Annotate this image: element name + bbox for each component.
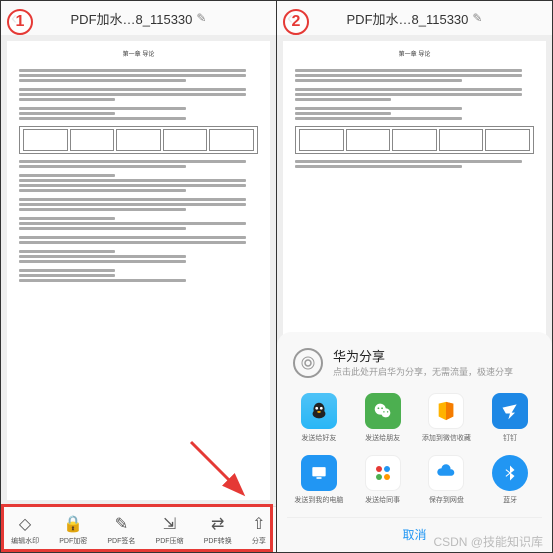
share-label: 钉钉 bbox=[503, 433, 517, 443]
huawei-share-title: 华为分享 bbox=[333, 346, 513, 365]
csdn-watermark: CSDN @技能知识库 bbox=[433, 533, 543, 550]
share-cloud-icon bbox=[428, 455, 464, 491]
title-text: PDF加水…8_115330 bbox=[71, 9, 193, 28]
share-colleague[interactable]: 发送给同事 bbox=[355, 455, 411, 505]
document-viewport[interactable]: 第一章 导论 bbox=[1, 35, 276, 506]
encrypt-tool-icon: 🔒 bbox=[63, 514, 83, 534]
document-page: 第一章 导论 bbox=[7, 41, 270, 500]
sign-tool-icon: ✎ bbox=[115, 514, 128, 534]
doc-heading: 第一章 导论 bbox=[295, 51, 534, 61]
doc-heading: 第一章 导论 bbox=[19, 51, 258, 61]
huawei-share-icon bbox=[293, 348, 323, 378]
watermark-tool-icon: ◇ bbox=[19, 514, 31, 534]
share-label: 发送给好友 bbox=[301, 433, 336, 443]
share-row-1: 发送给好友 发送给朋友 添加到微信收藏 钉钉 bbox=[287, 393, 542, 443]
share-row-2: 发送到我的电脑 发送给同事 保存到网盘 蓝牙 bbox=[287, 455, 542, 505]
tool-label: PDF加密 bbox=[59, 536, 87, 546]
compress-tool[interactable]: ⇲ PDF压缩 bbox=[156, 514, 184, 546]
share-label: 发送到我的电脑 bbox=[294, 495, 343, 505]
share-label: 发送给朋友 bbox=[365, 433, 400, 443]
share-label: 添加到微信收藏 bbox=[422, 433, 471, 443]
file-title: PDF加水…8_115330 ✎ bbox=[347, 9, 483, 28]
doc-diagram bbox=[295, 126, 534, 154]
tool-label: PDF签名 bbox=[107, 536, 135, 546]
huawei-share-text: 华为分享 点击此处开启华为分享，无需流量，极速分享 bbox=[333, 346, 513, 379]
cancel-button[interactable]: 取消 bbox=[402, 528, 426, 542]
tool-label: 分享 bbox=[252, 536, 266, 546]
app-header: ‹ PDF加水…8_115330 ✎ bbox=[1, 1, 276, 35]
watermark-tool[interactable]: ◇ 编辑水印 bbox=[11, 514, 39, 546]
share-dingtalk-icon bbox=[492, 393, 528, 429]
app-header: ‹ PDF加水…8_115330 ✎ bbox=[277, 1, 552, 35]
share-qq[interactable]: 发送给好友 bbox=[291, 393, 347, 443]
edit-title-icon[interactable]: ✎ bbox=[196, 11, 206, 25]
share-tool-icon: ⇧ bbox=[252, 514, 265, 534]
share-qq-icon bbox=[301, 393, 337, 429]
share-wx-fav[interactable]: 添加到微信收藏 bbox=[418, 393, 474, 443]
doc-diagram bbox=[19, 126, 258, 154]
panel-left: 1 ‹ PDF加水…8_115330 ✎ 第一章 导论 bbox=[1, 1, 277, 552]
share-pc-icon bbox=[301, 455, 337, 491]
tool-label: PDF压缩 bbox=[156, 536, 184, 546]
huawei-share-subtitle: 点击此处开启华为分享，无需流量，极速分享 bbox=[333, 367, 513, 379]
edit-title-icon[interactable]: ✎ bbox=[472, 11, 482, 25]
share-bluetooth-icon bbox=[492, 455, 528, 491]
share-pc[interactable]: 发送到我的电脑 bbox=[291, 455, 347, 505]
title-text: PDF加水…8_115330 bbox=[347, 9, 469, 28]
share-label: 蓝牙 bbox=[503, 495, 517, 505]
share-bluetooth[interactable]: 蓝牙 bbox=[482, 455, 538, 505]
share-sheet: 华为分享 点击此处开启华为分享，无需流量，极速分享 发送给好友 发送给朋友 添加到微… bbox=[277, 332, 552, 552]
share-wx-fav-icon bbox=[428, 393, 464, 429]
share-tool[interactable]: ⇧ 分享 bbox=[252, 514, 266, 546]
encrypt-tool[interactable]: 🔒 PDF加密 bbox=[59, 514, 87, 546]
share-label: 保存到网盘 bbox=[429, 495, 464, 505]
huawei-share-row[interactable]: 华为分享 点击此处开启华为分享，无需流量，极速分享 bbox=[287, 346, 542, 379]
tool-label: PDF转换 bbox=[204, 536, 232, 546]
file-title: PDF加水…8_115330 ✎ bbox=[71, 9, 207, 28]
panel-right: 2 ‹ PDF加水…8_115330 ✎ 第一章 导论 bbox=[277, 1, 552, 552]
convert-tool-icon: ⇄ bbox=[211, 514, 224, 534]
sign-tool[interactable]: ✎ PDF签名 bbox=[107, 514, 135, 546]
screenshot-pair: 1 ‹ PDF加水…8_115330 ✎ 第一章 导论 bbox=[0, 0, 553, 553]
share-dingtalk[interactable]: 钉钉 bbox=[482, 393, 538, 443]
share-wechat-icon bbox=[365, 393, 401, 429]
share-cloud[interactable]: 保存到网盘 bbox=[418, 455, 474, 505]
compress-tool-icon: ⇲ bbox=[163, 514, 176, 534]
tool-label: 编辑水印 bbox=[11, 536, 39, 546]
share-colleague-icon bbox=[365, 455, 401, 491]
annotation-marker-2: 2 bbox=[283, 9, 309, 35]
share-label: 发送给同事 bbox=[365, 495, 400, 505]
annotation-marker-1: 1 bbox=[7, 9, 33, 35]
convert-tool[interactable]: ⇄ PDF转换 bbox=[204, 514, 232, 546]
share-wechat[interactable]: 发送给朋友 bbox=[355, 393, 411, 443]
bottom-toolbar: ◇ 编辑水印 🔒 PDF加密 ✎ PDF签名 ⇲ PDF压缩 ⇄ PDF转换 ⇧ 分享 bbox=[1, 506, 276, 552]
